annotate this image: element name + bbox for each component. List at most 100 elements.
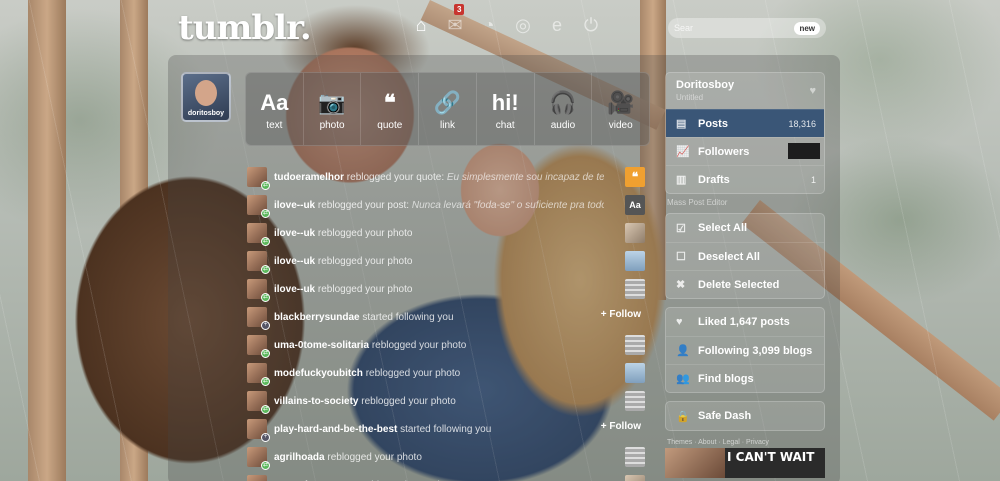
- followers-icon: 📈: [676, 146, 690, 158]
- list-item: ⇄ agrilhoada reblogged your photo: [247, 443, 647, 471]
- heart-icon[interactable]: ♥: [809, 85, 816, 97]
- user-avatar[interactable]: ⇄: [247, 279, 270, 302]
- nav-power-button[interactable]: ⏻: [578, 12, 604, 38]
- reblog-indicator-icon: ⇄: [261, 461, 270, 470]
- sidebar-stat-item[interactable]: 👥 Find blogs: [666, 364, 824, 392]
- post-type-label: text: [266, 119, 283, 131]
- username-link[interactable]: tudoeramelhor: [274, 172, 344, 183]
- quote-icon: ❝: [383, 89, 396, 115]
- user-avatar[interactable]: ⇄: [247, 335, 270, 358]
- nav-inbox-button[interactable]: ✉ 3: [442, 4, 468, 38]
- photo-icon: 📷: [318, 89, 346, 115]
- username-link[interactable]: ilove--uk: [274, 228, 315, 239]
- action-select-all-button[interactable]: ☑ Select All: [666, 214, 824, 242]
- username-link[interactable]: blackberrysundae: [274, 312, 360, 323]
- sidebar-stat-item[interactable]: ♥ Liked 1,647 posts: [666, 308, 824, 336]
- activity-text: agrilhoada reblogged your photo: [274, 452, 604, 463]
- username-link[interactable]: ilove--uk: [274, 284, 315, 295]
- username-link[interactable]: agrilhoada: [274, 452, 325, 463]
- promo-banner[interactable]: I CAN'T WAIT: [665, 448, 825, 478]
- user-avatar[interactable]: ⇄: [247, 167, 270, 190]
- post-type-photo-button[interactable]: 📷 photo: [304, 73, 362, 145]
- stat-label: Following 3,099 blogs: [698, 344, 813, 357]
- promo-text: I CAN'T WAIT: [727, 450, 815, 464]
- tumblr-logo[interactable]: tumblr.: [178, 8, 312, 48]
- mass-edit-actions: ☑ Select All ☐ Deselect All ✖ Delete Selected: [665, 213, 825, 299]
- safe-dash-label: Safe Dash: [698, 410, 752, 422]
- user-avatar[interactable]: +: [247, 419, 270, 442]
- safe-dash-button[interactable]: 🔒 Safe Dash: [666, 402, 824, 430]
- post-type-link-button[interactable]: 🔗 link: [419, 73, 477, 145]
- user-avatar[interactable]: ⇄: [247, 475, 267, 481]
- username-link[interactable]: modefuckyoubitch: [274, 368, 363, 379]
- footer-links[interactable]: Themes · About · Legal · Privacy: [667, 439, 825, 446]
- user-avatar[interactable]: +: [247, 307, 270, 330]
- activity-action: reblogged your post:: [317, 199, 410, 211]
- username-link[interactable]: play-hard-and-be-the-best: [274, 424, 397, 435]
- activity-action: reblogged your quote:: [346, 171, 445, 183]
- post-thumbnail[interactable]: [625, 251, 645, 271]
- user-avatar[interactable]: ⇄: [247, 363, 270, 386]
- post-thumbnail[interactable]: [625, 447, 645, 467]
- post-thumbnail[interactable]: [625, 363, 645, 383]
- list-item: ⇄ ilove--uk reblogged your photo: [247, 247, 647, 275]
- nav-explore-button[interactable]: ◎: [510, 12, 536, 38]
- username-link[interactable]: ilove--uk: [274, 256, 315, 267]
- search-input[interactable]: [674, 23, 795, 33]
- username-link[interactable]: ilove--uk: [274, 200, 315, 211]
- activity-action: started following you: [362, 311, 454, 323]
- checkbox-icon: ☑: [676, 222, 686, 235]
- edit-icon: e: [551, 14, 562, 35]
- text-thumbnail-icon[interactable]: Aa: [625, 195, 645, 215]
- activity-quote[interactable]: Nunca levará "foda-se" o suficiente pra …: [412, 200, 604, 211]
- list-item: ⇄ villains-to-society reblogged your phot…: [247, 387, 647, 415]
- post-thumbnail[interactable]: [625, 279, 645, 299]
- action-deselect-all-button[interactable]: ☐ Deselect All: [666, 242, 824, 270]
- sidebar-item-followers[interactable]: 📈 Followers: [666, 137, 824, 165]
- activity-quote[interactable]: Eu simplesmente sou incapaz de te: [447, 172, 604, 183]
- post-type-quote-button[interactable]: ❝ quote: [361, 73, 420, 145]
- username-link[interactable]: villains-to-society: [274, 396, 358, 407]
- post-type-video-button[interactable]: 🎥 video: [592, 73, 649, 145]
- post-type-chat-button[interactable]: hi! chat: [477, 73, 535, 145]
- blog-header[interactable]: Doritosboy Untitled ♥: [666, 73, 824, 109]
- user-avatar[interactable]: ⇄: [247, 447, 270, 470]
- post-type-audio-button[interactable]: 🎧 audio: [535, 73, 593, 145]
- post-thumbnail[interactable]: [625, 391, 645, 411]
- checkbox-icon: ✖: [676, 279, 686, 291]
- mass-post-editor-label[interactable]: Mass Post Editor: [667, 198, 825, 207]
- activity-action: reblogged your photo: [317, 283, 413, 295]
- nav-edit-button[interactable]: e: [544, 12, 570, 38]
- user-avatar[interactable]: ⇄: [247, 251, 270, 274]
- stat-icon: 👥: [676, 373, 690, 385]
- new-post-button[interactable]: new: [794, 21, 820, 35]
- follow-button[interactable]: + Follow: [601, 309, 641, 320]
- sidebar-stat-item[interactable]: 👤 Following 3,099 blogs: [666, 336, 824, 364]
- sidebar-item-posts[interactable]: ▤ Posts 18,316: [666, 109, 824, 137]
- user-avatar[interactable]: ⇄: [247, 195, 270, 218]
- promo-image: [665, 448, 725, 478]
- user-avatar[interactable]: ⇄: [247, 223, 270, 246]
- nav-activity-button[interactable]: ◔: [476, 12, 502, 38]
- post-type-text-button[interactable]: Aa text: [246, 73, 304, 145]
- quote-thumbnail-icon[interactable]: ❝: [625, 167, 645, 187]
- post-type-label: link: [440, 119, 456, 131]
- sidebar-item-drafts[interactable]: ▥ Drafts 1: [666, 165, 824, 193]
- post-thumbnail[interactable]: [625, 475, 645, 481]
- list-item: ⇄ ilove--uk reblogged your post: Nunca le…: [247, 191, 647, 219]
- stat-label: Find blogs: [698, 372, 754, 385]
- username-link[interactable]: uma-0tome-solitaria: [274, 340, 369, 351]
- reblog-indicator-icon: ⇄: [261, 181, 270, 190]
- post-thumbnail[interactable]: [625, 335, 645, 355]
- post-thumbnail[interactable]: [625, 223, 645, 243]
- reblog-indicator-icon: ⇄: [261, 209, 270, 218]
- nav-dashboard-button[interactable]: ⌂: [408, 12, 434, 38]
- explore-icon: ◎: [515, 14, 531, 35]
- reblog-indicator-icon: ⇄: [261, 293, 270, 302]
- link-icon: 🔗: [433, 89, 462, 115]
- activity-text: tudoeramelhor reblogged your quote: Eu s…: [274, 172, 604, 183]
- action-delete-selected-button[interactable]: ✖ Delete Selected: [666, 270, 824, 298]
- user-avatar[interactable]: ⇄: [247, 391, 270, 414]
- avatar[interactable]: doritosboy: [181, 72, 231, 122]
- follow-button[interactable]: + Follow: [601, 421, 641, 432]
